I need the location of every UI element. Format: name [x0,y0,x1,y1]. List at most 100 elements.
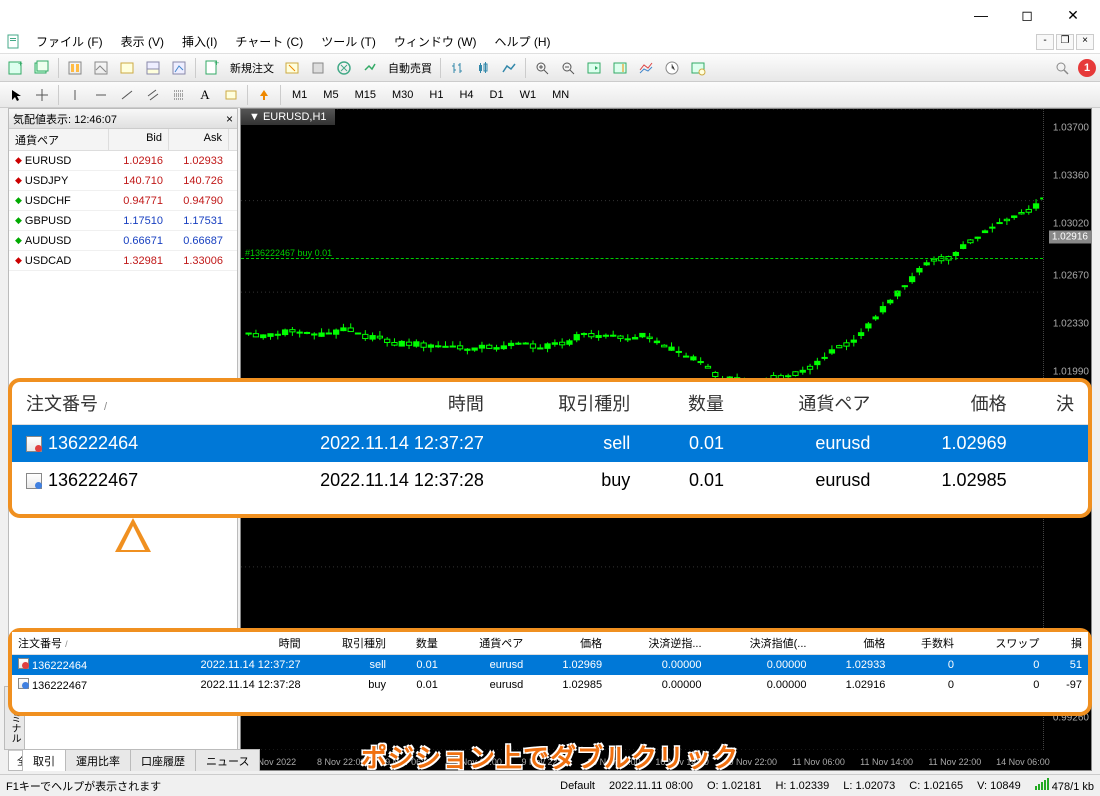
timeframe-w1[interactable]: W1 [513,86,544,104]
cursor-icon[interactable] [4,83,28,107]
mw-header-bid[interactable]: Bid [109,129,169,150]
zoom-out-icon[interactable] [556,56,580,80]
crosshair-icon[interactable] [30,83,54,107]
fibo-icon[interactable] [167,83,191,107]
indicators-icon[interactable] [634,56,658,80]
mw-row-usdcad[interactable]: ◆USDCAD1.329811.33006 [9,251,237,271]
terminal-icon[interactable] [141,56,165,80]
menu-chart[interactable]: チャート (C) [227,31,311,52]
menu-help[interactable]: ヘルプ (H) [487,31,559,52]
navigator-icon[interactable] [115,56,139,80]
new-order-icon[interactable]: + [200,56,224,80]
menu-window[interactable]: ウィンドウ (W) [386,31,485,52]
market-watch-title: 気配値表示: 12:46:07 × [9,109,237,129]
mw-row-eurusd[interactable]: ◆EURUSD1.029161.02933 [9,151,237,171]
timeframe-mn[interactable]: MN [545,86,576,104]
arrows-icon[interactable] [252,83,276,107]
term-header-tp[interactable]: 決済指値(... [708,632,813,655]
mw-header-ask[interactable]: Ask [169,129,229,150]
orders-header-order[interactable]: 注文番号/ [12,382,217,425]
text-icon[interactable]: A [193,83,217,107]
mdi-close-button[interactable]: × [1076,34,1094,50]
term-header-pl[interactable]: 損 [1045,632,1088,655]
term-header-cur[interactable]: 価格 [812,632,891,655]
term-header-time[interactable]: 時間 [136,632,307,655]
candle-chart-icon[interactable] [471,56,495,80]
term-header-sl[interactable]: 決済逆指... [608,632,707,655]
meta-editor-icon[interactable] [280,56,304,80]
menu-file[interactable]: ファイル (F) [28,31,111,52]
term-row-136222467[interactable]: 1362224672022.11.14 12:37:28buy0.01eurus… [12,675,1088,695]
status-open: O: 1.02181 [707,780,761,792]
search-icon[interactable] [1050,56,1074,80]
term-row-136222464[interactable]: 1362224642022.11.14 12:37:27sell0.01euru… [12,655,1088,676]
orders-header-lots[interactable]: 数量 [644,382,738,425]
maximize-button[interactable]: ◻ [1004,1,1050,29]
term-header-comm[interactable]: 手数料 [891,632,960,655]
vline-icon[interactable] [63,83,87,107]
chart-shift-icon[interactable] [608,56,632,80]
close-button[interactable]: ✕ [1050,1,1096,29]
timeframe-d1[interactable]: D1 [483,86,511,104]
orders-header-type[interactable]: 取引種別 [498,382,644,425]
bar-chart-icon[interactable] [445,56,469,80]
timeframe-h4[interactable]: H4 [452,86,480,104]
status-profile: Default [560,780,595,792]
market-watch-icon[interactable] [63,56,87,80]
term-header-order[interactable]: 注文番号 / [12,632,136,655]
periods-icon[interactable] [660,56,684,80]
term-tab-news[interactable]: ニュース [195,749,260,771]
new-chart-icon[interactable]: + [4,56,28,80]
auto-trade-icon[interactable] [358,56,382,80]
orders-header-price[interactable]: 価格 [884,382,1020,425]
new-order-label[interactable]: 新規注文 [226,60,278,76]
orders-header-symbol[interactable]: 通貨ペア [738,382,884,425]
mw-row-usdchf[interactable]: ◆USDCHF0.947710.94790 [9,191,237,211]
order-row-136222464[interactable]: 1362224642022.11.14 12:37:27sell0.01euru… [12,425,1088,463]
profiles-icon[interactable] [30,56,54,80]
mw-header-symbol[interactable]: 通貨ペア [9,129,109,150]
fullscreen-icon[interactable] [332,56,356,80]
data-window-icon[interactable] [89,56,113,80]
strategy-tester-icon[interactable] [167,56,191,80]
timeframe-h1[interactable]: H1 [422,86,450,104]
timeframe-m15[interactable]: M15 [348,86,383,104]
alert-badge[interactable]: 1 [1078,59,1096,77]
orders-header-time[interactable]: 時間 [217,382,498,425]
term-tab-ratio[interactable]: 運用比率 [65,749,131,771]
channel-icon[interactable] [141,83,165,107]
timeframe-m30[interactable]: M30 [385,86,420,104]
orders-header-close[interactable]: 決 [1021,382,1088,425]
hline-icon[interactable] [89,83,113,107]
menu-view[interactable]: 表示 (V) [113,31,172,52]
market-watch-close-icon[interactable]: × [226,112,233,126]
mw-row-gbpusd[interactable]: ◆GBPUSD1.175101.17531 [9,211,237,231]
term-tab-history[interactable]: 口座履歴 [130,749,196,771]
text-label-icon[interactable] [219,83,243,107]
auto-scroll-icon[interactable] [582,56,606,80]
term-header-type[interactable]: 取引種別 [307,632,392,655]
auto-trade-label[interactable]: 自動売買 [384,60,436,76]
zoom-in-icon[interactable] [530,56,554,80]
options-icon[interactable] [306,56,330,80]
menu-insert[interactable]: 挿入(I) [174,31,225,52]
mw-row-usdjpy[interactable]: ◆USDJPY140.710140.726 [9,171,237,191]
mdi-minimize-button[interactable]: - [1036,34,1054,50]
timeframe-m5[interactable]: M5 [316,86,345,104]
mdi-restore-button[interactable]: ❐ [1056,34,1074,50]
mw-row-audusd[interactable]: ◆AUDUSD0.666710.66687 [9,231,237,251]
order-line-label: #136222467 buy 0.01 [245,248,332,258]
minimize-button[interactable]: — [958,1,1004,29]
templates-icon[interactable] [686,56,710,80]
term-header-price[interactable]: 価格 [529,632,608,655]
order-row-136222467[interactable]: 1362224672022.11.14 12:37:28buy0.01eurus… [12,462,1088,499]
term-header-lots[interactable]: 数量 [392,632,444,655]
term-header-swap[interactable]: スワップ [960,632,1045,655]
term-tab-trade[interactable]: 取引 [22,749,66,771]
status-low: L: 1.02073 [843,780,895,792]
timeframe-m1[interactable]: M1 [285,86,314,104]
trendline-icon[interactable] [115,83,139,107]
term-header-symbol[interactable]: 通貨ペア [444,632,529,655]
line-chart-icon[interactable] [497,56,521,80]
menu-tool[interactable]: ツール (T) [313,31,384,52]
